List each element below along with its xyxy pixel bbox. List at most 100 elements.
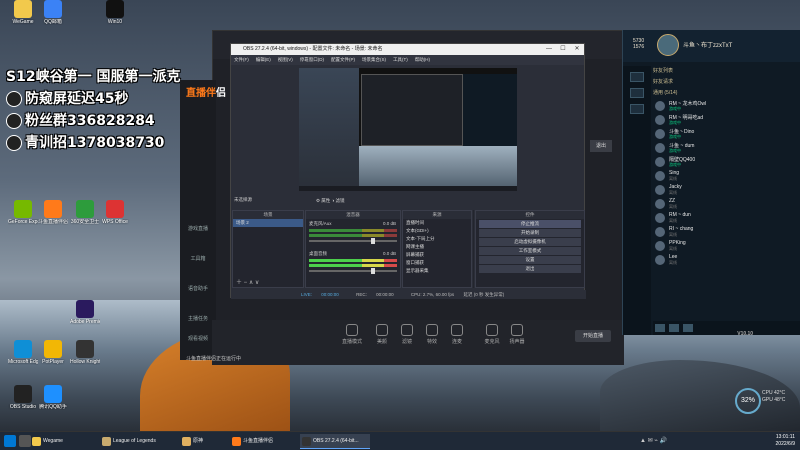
source-item[interactable]: 网课主播 (403, 243, 471, 251)
desktop-icon[interactable]: Adobe Premiere (70, 300, 100, 334)
desktop-icon[interactable]: WPS Office (100, 200, 130, 234)
system-tray[interactable]: ▲ ✉ ⌁ 🔊 (640, 437, 667, 444)
maximize-icon[interactable]: ☐ (556, 44, 570, 55)
close-icon[interactable]: ✕ (570, 44, 584, 55)
obs-menu-item[interactable]: 停靠窗口(D) (300, 57, 324, 62)
obs-menu-item[interactable]: 编辑(E) (256, 57, 271, 62)
friend-avatar (655, 101, 665, 111)
source-item[interactable]: 窗口捕获 (403, 259, 471, 267)
obs-control-button[interactable]: 退出 (479, 265, 581, 273)
taskbar-item[interactable]: Wegame (30, 434, 95, 449)
desktop-icon[interactable]: 斗鱼直播伴侣 (38, 200, 68, 234)
desktop-icon[interactable]: GeForce Experience (8, 200, 38, 234)
avatar[interactable] (657, 34, 679, 56)
add-friend-icon[interactable] (669, 324, 679, 332)
obs-control-button[interactable]: 工作室模式 (479, 247, 581, 255)
properties-button[interactable]: ⚙ 属性 ◑ 滤镜 (316, 196, 345, 206)
douyu-side-item[interactable]: 工具箱 (184, 255, 212, 262)
friend-item[interactable]: RI ~ chang 离线 (623, 225, 800, 239)
mission-icon[interactable] (683, 324, 693, 332)
friend-requests[interactable]: 好友请求 (623, 77, 800, 88)
friend-item[interactable]: ZZ 离线 (623, 197, 800, 211)
obs-control-button[interactable]: 设置 (479, 256, 581, 264)
desktop-icon-label: WPS Office (102, 219, 128, 225)
source-item[interactable]: 显示器采集 (403, 267, 471, 275)
friend-item[interactable]: 隔壁QQ400 游戏中 (623, 155, 800, 169)
chat-icon[interactable] (655, 324, 665, 332)
douyu-tool[interactable]: 美颜 (372, 324, 392, 345)
douyu-tool[interactable]: 直播模式 (342, 324, 362, 345)
source-item[interactable]: 屏幕捕获 (403, 251, 471, 259)
desktop-icon[interactable]: OBS Studio (8, 385, 38, 419)
desktop-icon[interactable]: Win10 (100, 0, 130, 34)
obs-preview[interactable] (299, 68, 517, 191)
douyu-tool[interactable]: 滤镜 (397, 324, 417, 345)
volume-slider[interactable] (309, 238, 397, 244)
app-icon (14, 0, 32, 18)
douyu-tool[interactable]: 特效 (422, 324, 442, 345)
player-name: 斗鱼丶布丁zzxTxT (683, 43, 733, 49)
friend-item[interactable]: Lee 离线 (623, 253, 800, 267)
desktop-icon[interactable]: 360安全卫士 (70, 200, 100, 234)
douyu-side-item[interactable]: 游戏直播 (184, 225, 212, 232)
obs-titlebar: OBS 27.2.4 (64-bit, windows) - 配置文件: 未命名… (231, 44, 584, 55)
app-icon (14, 340, 32, 358)
obs-menu-item[interactable]: 视图(V) (278, 57, 293, 62)
friend-status: 离线 (669, 190, 677, 195)
desktop-icon[interactable]: QQ邮箱 (38, 0, 68, 34)
obs-control-button[interactable]: 停止推流 (479, 220, 581, 228)
source-item[interactable]: 文本-下局上分 (403, 235, 471, 243)
taskbar-item[interactable]: 原神 (180, 434, 225, 449)
taskbar-item[interactable]: 斗鱼直播伴侣 (230, 434, 295, 449)
douyu-notice: 斗鱼直播伴侣正在运行中 (186, 356, 242, 362)
friend-item[interactable]: PPKing 离线 (623, 239, 800, 253)
friend-item[interactable]: RM ~ dun 离线 (623, 211, 800, 225)
taskbar-item[interactable]: League of Legends (100, 434, 175, 449)
source-item[interactable]: 直播时间 (403, 219, 471, 227)
friend-status: 离线 (669, 218, 677, 223)
desktop-icon[interactable]: WeGame (8, 0, 38, 34)
desktop-icon[interactable]: Hollow Knight (70, 340, 100, 374)
clock[interactable]: 13:01:11 2022/6/9 (765, 434, 795, 448)
start-live-button[interactable]: 开始直播 (575, 330, 611, 342)
windows-start-icon[interactable] (4, 435, 16, 447)
friend-item[interactable]: Jacky 离线 (623, 183, 800, 197)
desktop-icon[interactable]: Microsoft Edge (8, 340, 38, 374)
transitions-dock (473, 210, 474, 288)
obs-menu-item[interactable]: 文件(F) (234, 57, 249, 62)
overlay-line-2: 防窥屏延迟45秒 (6, 88, 128, 108)
douyu-side-item[interactable]: 观看视频 (184, 335, 212, 342)
friend-item[interactable]: Sing 离线 (623, 169, 800, 183)
speaker-icon[interactable]: 扬声器 (507, 324, 527, 345)
microphone-icon[interactable]: 麦克风 (482, 324, 502, 345)
desktop-icon-label: GeForce Experience (8, 219, 38, 225)
scene-tools[interactable]: ＋ − ∧ ∨ (233, 279, 303, 287)
desktop-icon[interactable]: 腾讯QQ助手 (38, 385, 68, 419)
friend-item[interactable]: RM ~ 龙木鸡Owl 游戏中 (623, 99, 800, 113)
obs-menu-item[interactable]: 配置文件(P) (331, 57, 355, 62)
obs-control-button[interactable]: 开始录制 (479, 229, 581, 237)
friend-item[interactable]: 斗鱼丶Dino 游戏中 (623, 127, 800, 141)
app-icon (76, 200, 94, 218)
taskbar-item[interactable]: OBS 27.2.4 (64-bit... (300, 434, 370, 449)
desktop-icon[interactable]: PotPlayer (38, 340, 68, 374)
mixer-dock: 混音器 麦克风/Aux 0.0 dB 桌面音频 0.0 dB (305, 210, 401, 288)
volume-slider[interactable] (309, 268, 397, 274)
obs-menu-item[interactable]: 帮助(H) (415, 57, 430, 62)
desktop-icon-label: PotPlayer (42, 359, 64, 365)
douyu-tool[interactable]: 连麦 (447, 324, 467, 345)
app-icon (76, 300, 94, 318)
douyu-side-item[interactable]: 语音助手 (184, 285, 212, 292)
friend-item[interactable]: RM ~ 明哥吃ad 游戏中 (623, 113, 800, 127)
obs-control-button[interactable]: 启动虚拟摄像机 (479, 238, 581, 246)
obs-menu-item[interactable]: 场景集合(S) (362, 57, 386, 62)
scene-item[interactable]: 场景 2 (233, 219, 303, 227)
obs-menu-item[interactable]: 工具(T) (393, 57, 408, 62)
douyu-side-item[interactable]: 主播任务 (184, 315, 212, 322)
minimize-icon[interactable]: — (542, 44, 556, 55)
friend-item[interactable]: 斗鱼 ~ dum 游戏中 (623, 141, 800, 155)
douyu-exit-button[interactable]: 退出 (590, 140, 612, 152)
obs-menubar: 文件(F) 编辑(E) 视图(V) 停靠窗口(D) 配置文件(P) 场景集合(S) 工具(T… (231, 55, 584, 65)
source-item[interactable]: 文本(GDI+) (403, 227, 471, 235)
friend-group[interactable]: 通用 (5/14) (623, 88, 800, 99)
